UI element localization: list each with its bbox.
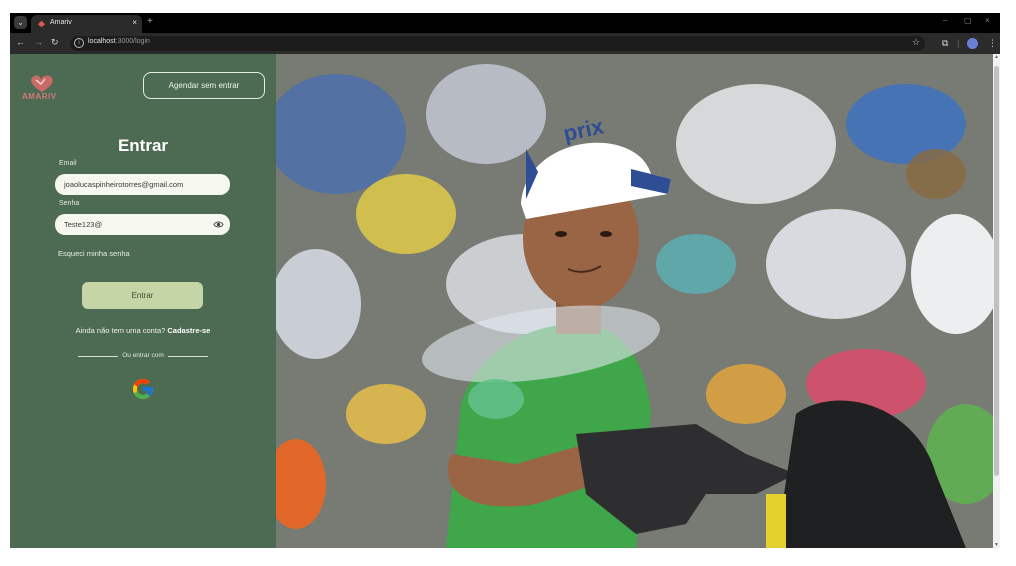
url-text: localhost:3000/login [88,38,150,45]
tab-search-button[interactable]: ⌄ [14,16,27,29]
email-value: joaolucaspinheirotorres@gmail.com [64,180,184,189]
tab-close-icon[interactable]: × [132,18,137,27]
tab-amariv[interactable]: Amariv × [31,15,142,33]
forward-icon[interactable]: → [34,37,43,47]
browser-menu-icon[interactable]: ⋮ [988,38,997,49]
recycling-worker-photo: prix [276,54,993,548]
maximize-icon[interactable]: ▢ [964,16,972,25]
scroll-thumb[interactable] [994,66,999,476]
signup-link[interactable]: Cadastre-se [167,326,210,335]
favicon-icon [37,20,46,28]
logo-text: AMARIV [22,92,57,101]
login-submit-button[interactable]: Entrar [82,282,203,309]
toolbar-divider: | [957,38,960,48]
hero-photo: prix [276,54,993,548]
close-window-icon[interactable]: × [985,16,990,25]
email-field[interactable]: joaolucaspinheirotorres@gmail.com [55,174,230,195]
browser-toolbar: ← → ↻ i localhost:3000/login ☆ ⧉ | ⋮ [10,33,1000,54]
schedule-without-login-button[interactable]: Agendar sem entrar [143,72,265,99]
tab-title: Amariv [50,19,72,26]
extensions-icon[interactable]: ⧉ [942,38,948,49]
profile-avatar[interactable] [967,38,978,49]
url-path: :3000/login [115,38,150,45]
bookmark-star-icon[interactable]: ☆ [912,37,920,48]
password-value: Teste123@ [64,220,103,229]
page-scrollbar[interactable]: ▲ ▼ [993,54,1000,548]
back-icon[interactable]: ← [16,37,25,47]
login-panel: AMARIV Agendar sem entrar Entrar Email j… [10,54,276,548]
browser-window: ⌄ Amariv × + – ▢ × ← → ↻ i localhost:300… [10,13,1000,548]
new-tab-icon[interactable]: + [147,16,153,27]
page: AMARIV Agendar sem entrar Entrar Email j… [10,54,1000,548]
scroll-up-icon[interactable]: ▲ [993,54,1000,60]
password-field[interactable]: Teste123@ [55,214,230,235]
scroll-down-icon[interactable]: ▼ [993,542,1000,548]
signup-prompt-text: Ainda não tem uma conta? [75,326,166,335]
login-title: Entrar [117,136,169,155]
tab-strip: ⌄ Amariv × + – ▢ × [10,13,1000,33]
minimize-icon[interactable]: – [943,16,947,25]
google-icon[interactable] [131,377,155,401]
forgot-password-link[interactable]: Esqueci minha senha [58,249,130,258]
show-password-eye-icon[interactable] [213,219,224,230]
address-bar[interactable]: i localhost:3000/login ☆ [70,36,925,51]
password-label: Senha [59,200,80,207]
social-login-divider: Ou entrar com [78,352,208,362]
email-label: Email [59,160,77,167]
signup-prompt: Ainda não tem uma conta? Cadastre-se [10,326,276,335]
site-info-icon[interactable]: i [74,38,84,48]
url-host: localhost [88,38,116,45]
divider-line-right [168,356,208,357]
reload-icon[interactable]: ↻ [51,37,59,48]
